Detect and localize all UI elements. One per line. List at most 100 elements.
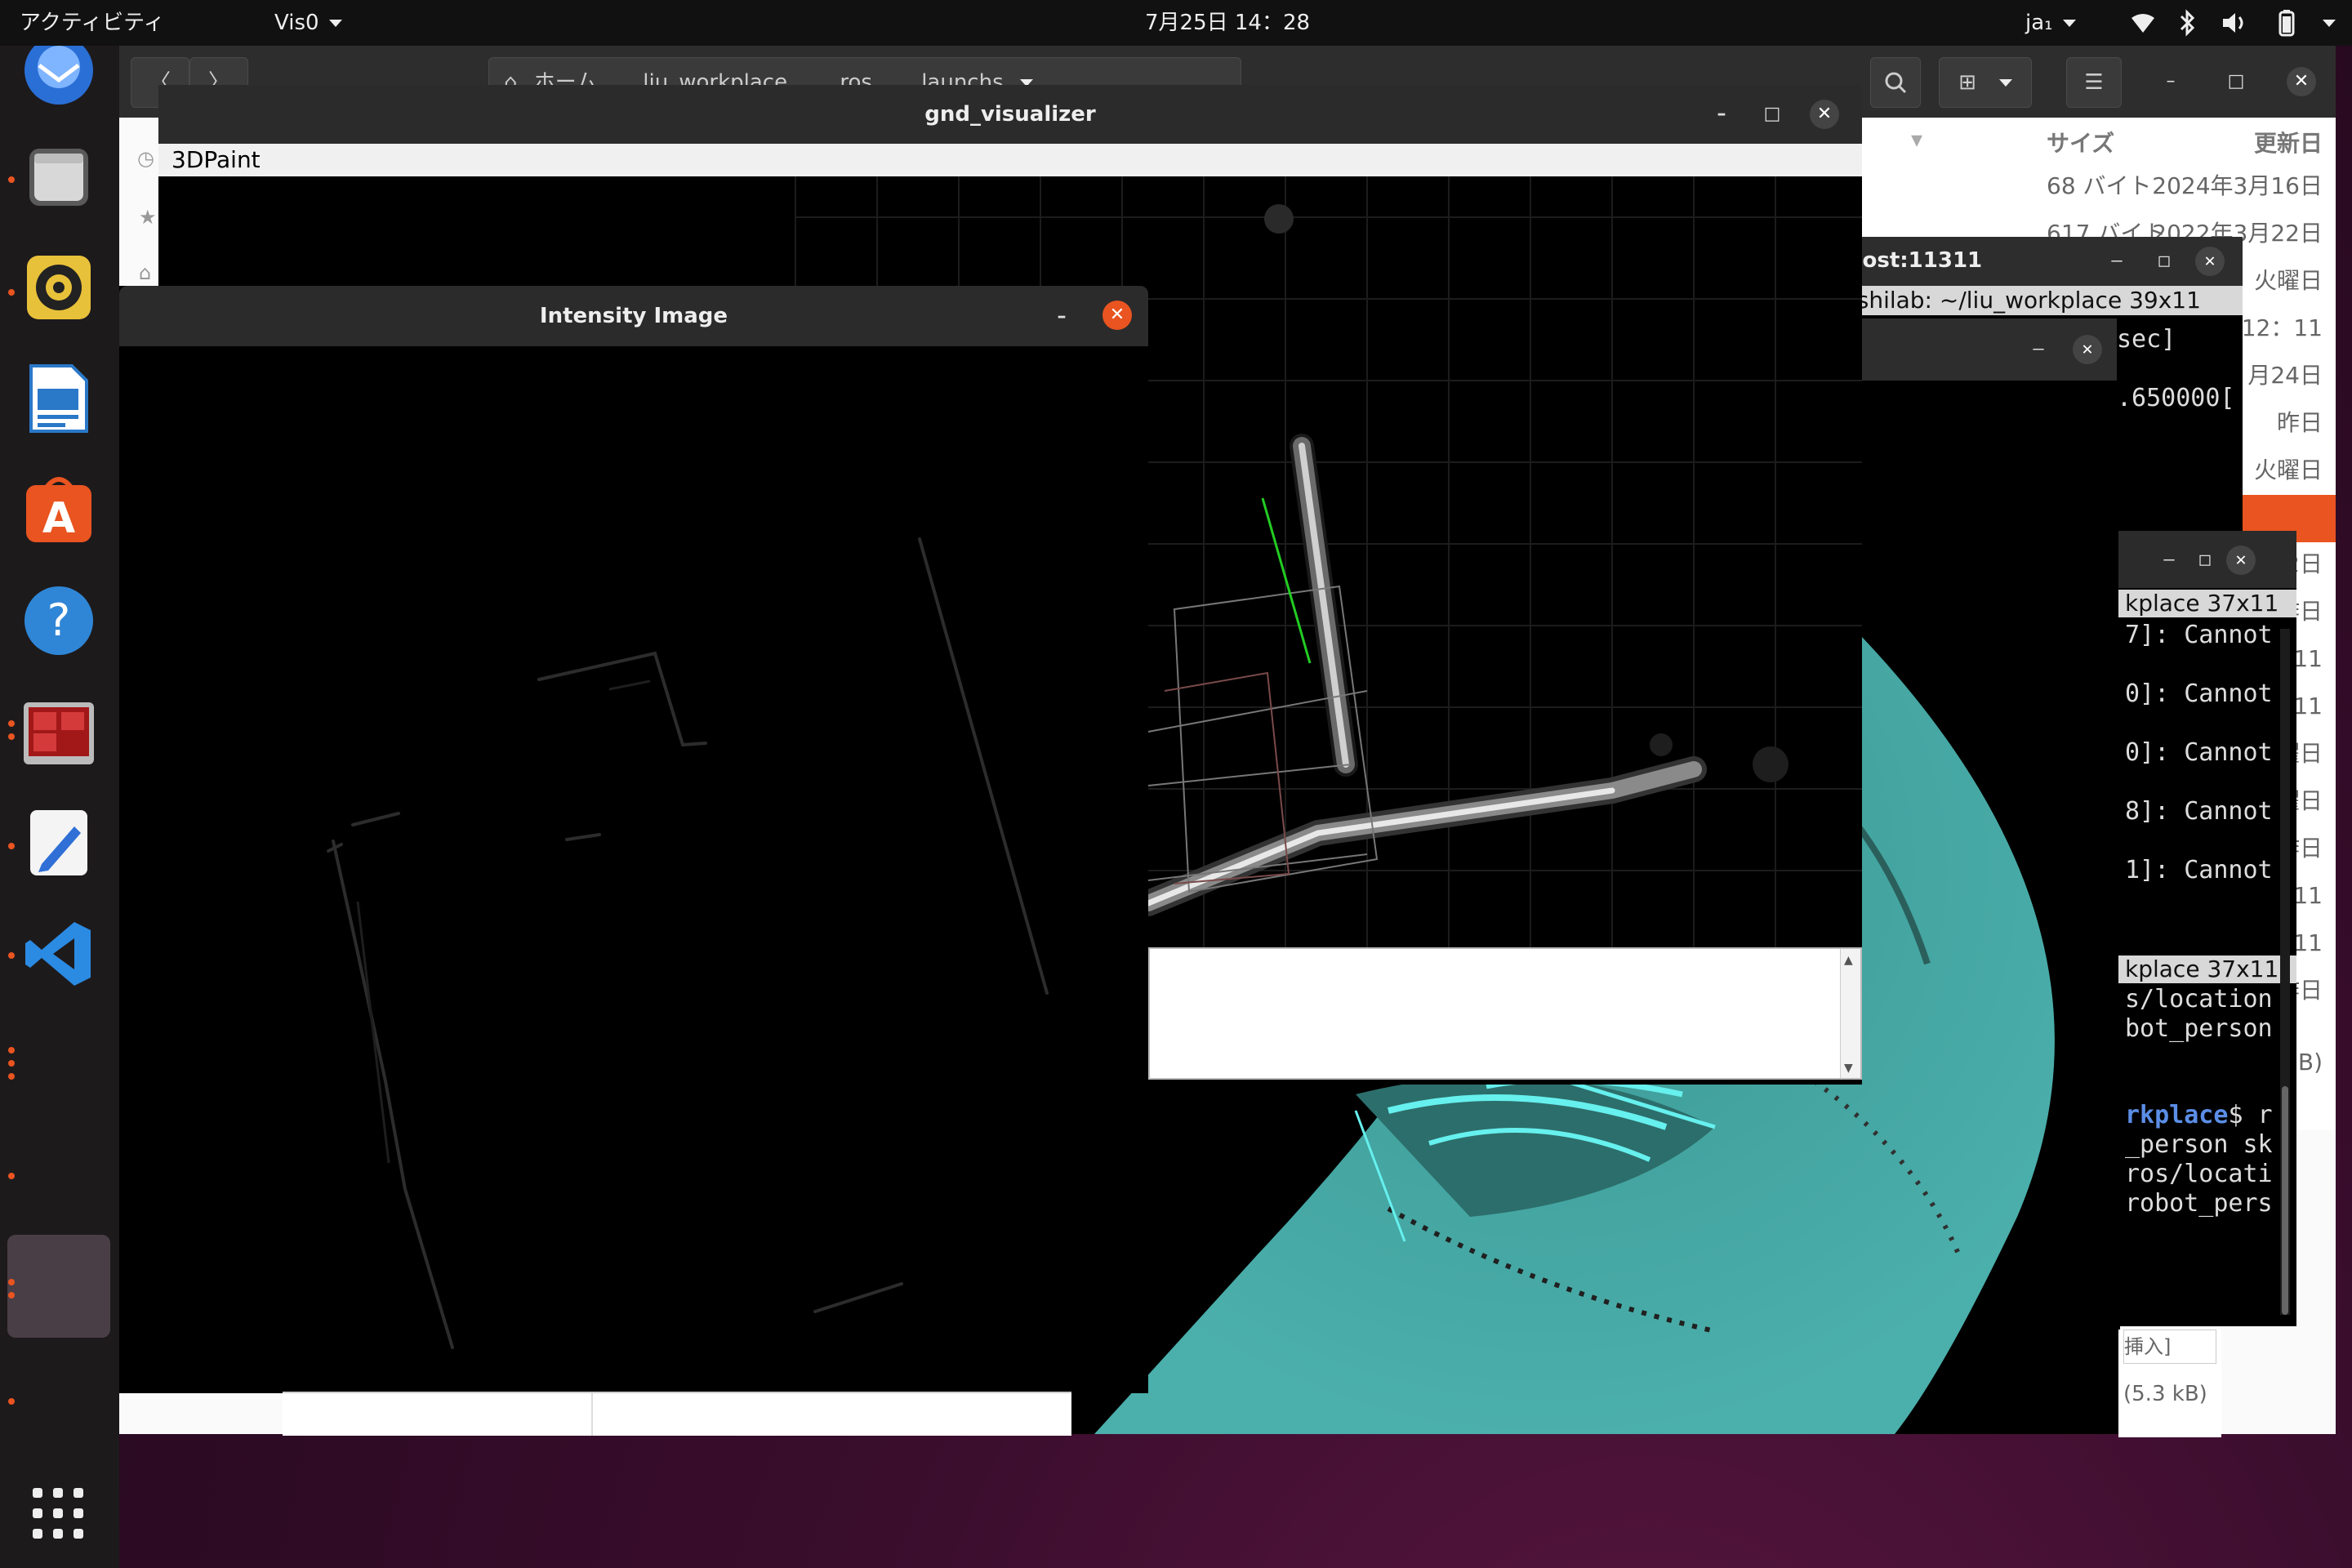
prompt-path: rkplace [2125, 1101, 2229, 1129]
terminal-1-tab[interactable]: yashilab: ~/liu_workplace 39x11 [1823, 286, 2243, 315]
intensity-image-title: Intensity Image [539, 304, 728, 328]
column-size[interactable]: サイズ [2047, 126, 2114, 158]
file-manager-footer: 挿入] (5.3 kB) [2118, 1330, 2221, 1437]
close-button[interactable]: ✕ [2073, 335, 2102, 364]
view-toggle-button[interactable]: ⊞ [1939, 57, 2032, 108]
menu-3dpaint[interactable]: 3DPaint [172, 146, 261, 173]
scroll-down-icon[interactable]: ▼ [1844, 1062, 1853, 1075]
search-button[interactable] [1870, 57, 1921, 108]
minimize-button[interactable]: – [2024, 335, 2053, 364]
edit-icon [30, 810, 87, 875]
close-button[interactable]: ✕ [2195, 247, 2225, 276]
gnd-output-panel[interactable]: ▲ ▼ [1148, 947, 1862, 1080]
dock-terminal-app[interactable] [21, 696, 96, 771]
wifi-icon[interactable] [2128, 8, 2158, 38]
app-menu-label: Vis0 [274, 11, 319, 35]
store-icon: A [26, 477, 91, 543]
scroll-up-icon[interactable]: ▲ [1844, 954, 1853, 967]
dock-active-window-slot[interactable] [7, 1235, 110, 1338]
terminal-line: _person sk [2125, 1130, 2273, 1159]
column-modified[interactable]: 更新日 [2254, 126, 2323, 158]
terminal-line: 7]: Cannot [2125, 621, 2273, 649]
maximize-button[interactable]: □ [2149, 247, 2179, 276]
dock-app-center[interactable]: A [21, 472, 96, 547]
maximize-button[interactable]: □ [2190, 546, 2220, 575]
svg-text:A: A [42, 494, 75, 543]
clock[interactable]: 7月25日 14：28 [1145, 0, 1310, 46]
status-size: (5.3 kB) [2123, 1382, 2207, 1406]
terminal-line: 0]: Cannot [2125, 738, 2273, 767]
input-hint: 挿入] [2123, 1330, 2216, 1364]
terminal-line: 8]: Cannot [2125, 797, 2273, 826]
minimize-button[interactable]: – [1707, 100, 1736, 129]
recent-icon[interactable]: ◷ [137, 147, 154, 170]
bluetooth-icon[interactable] [2177, 8, 2197, 38]
terminal-line: 1]: Cannot [2125, 856, 2273, 884]
home-icon[interactable]: ⌂ [139, 261, 151, 284]
dock: A ? [0, 46, 119, 1568]
close-button[interactable]: ✕ [2287, 67, 2316, 96]
terminal-line: .650000[ [2117, 384, 2235, 412]
dock-vscode[interactable] [21, 916, 96, 991]
dock-help[interactable]: ? [21, 583, 96, 658]
minimize-button[interactable]: – [1047, 302, 1076, 332]
scrollbar[interactable] [2280, 629, 2290, 1315]
show-applications-icon[interactable] [31, 1486, 85, 1540]
system-menu-caret-icon[interactable] [2323, 20, 2336, 27]
terminal-line: 0]: Cannot [2125, 679, 2273, 708]
dock-rhythmbox[interactable] [21, 250, 96, 325]
terminal-1-titlebar: host:11311 – □ ✕ [1823, 237, 2243, 286]
close-button[interactable]: ✕ [1810, 100, 1839, 129]
search-icon [1885, 72, 1907, 94]
minimize-button[interactable]: – [2156, 67, 2185, 96]
maximize-button[interactable]: □ [2221, 67, 2251, 96]
panel-scrollbar[interactable]: ▲ ▼ [1840, 949, 1860, 1078]
prompt-suffix: $ r [2228, 1101, 2273, 1129]
minimize-button[interactable]: – [2102, 247, 2132, 276]
document-icon [29, 364, 88, 433]
terminal-line: sec] [2117, 325, 2176, 354]
dock-thunderbird[interactable] [21, 46, 96, 121]
folder-icon [29, 149, 88, 206]
dock-writer[interactable] [21, 361, 96, 436]
mail-icon [24, 46, 93, 105]
input-method-label: ja₁ [2025, 11, 2053, 35]
terminal-window-1: host:11311 – □ ✕ yashilab: ~/liu_workpla… [1823, 237, 2243, 564]
gnd-visualizer-title: gnd_visualizer [924, 102, 1096, 127]
gnd-visualizer-titlebar: gnd_visualizer – □ ✕ [158, 85, 1862, 144]
terminal-2-tab-1[interactable]: kplace 37x11 [2118, 590, 2296, 617]
terminal-line: s/location [2125, 985, 2273, 1013]
terminal-icon [24, 702, 94, 764]
scrollbar-thumb[interactable] [2282, 1086, 2288, 1315]
top-bar: アクティビティ Vis0 7月25日 14：28 ja₁ [0, 0, 2352, 46]
menu-button[interactable]: ☰ [2066, 57, 2122, 108]
volume-icon[interactable] [2220, 8, 2249, 38]
help-icon: ? [24, 586, 93, 655]
chevron-down-icon [2062, 20, 2076, 27]
app-menu[interactable]: Vis0 [274, 0, 342, 46]
intensity-image-canvas[interactable] [119, 346, 1148, 1393]
maximize-button[interactable]: □ [1757, 100, 1787, 129]
hamburger-icon: ☰ [2084, 70, 2104, 95]
intensity-bottom-bar [283, 1392, 1071, 1436]
close-button[interactable]: ✕ [1102, 301, 1132, 330]
svg-text:?: ? [47, 595, 71, 646]
dock-files[interactable] [21, 139, 96, 214]
chevron-down-icon [328, 20, 342, 27]
close-button[interactable]: ✕ [2226, 546, 2256, 575]
battery-icon[interactable] [2272, 8, 2301, 38]
intensity-image-titlebar: Intensity Image – ✕ [119, 286, 1148, 346]
file-manager-sidebar-strip: ◷ ★ ⌂ [136, 145, 158, 292]
dock-text-editor[interactable] [21, 805, 96, 880]
intensity-image-window: Intensity Image – ✕ [119, 286, 1148, 1393]
input-method-menu[interactable]: ja₁ [2025, 0, 2076, 46]
terminal-1-title: host:11311 [1847, 248, 1983, 273]
terminal-2-tab-2[interactable]: kplace 37x11 [2118, 956, 2296, 983]
overlapping-titlebar: – ✕ [1823, 318, 2117, 381]
terminal-line: ros/locati [2125, 1160, 2273, 1188]
activities-button[interactable]: アクティビティ [20, 0, 165, 46]
sort-caret-icon[interactable]: ▾ [1911, 126, 1922, 153]
list-item[interactable]: 68 バイト 2024年3月16日 [1846, 163, 2336, 210]
minimize-button[interactable]: – [2154, 546, 2184, 575]
starred-icon[interactable]: ★ [139, 206, 157, 229]
